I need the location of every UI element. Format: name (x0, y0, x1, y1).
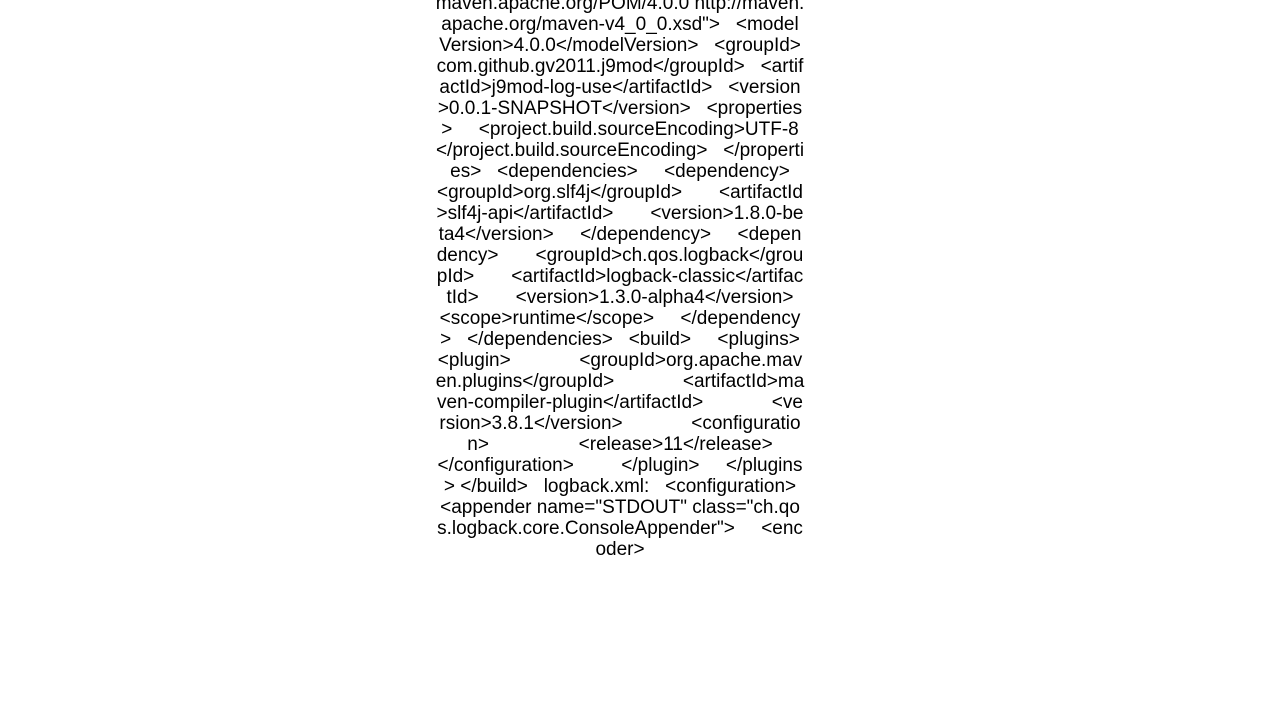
document-body-text: hema-instance" xsi:schemaLocation="http:… (435, 0, 805, 560)
document-page: hema-instance" xsi:schemaLocation="http:… (0, 0, 1280, 720)
